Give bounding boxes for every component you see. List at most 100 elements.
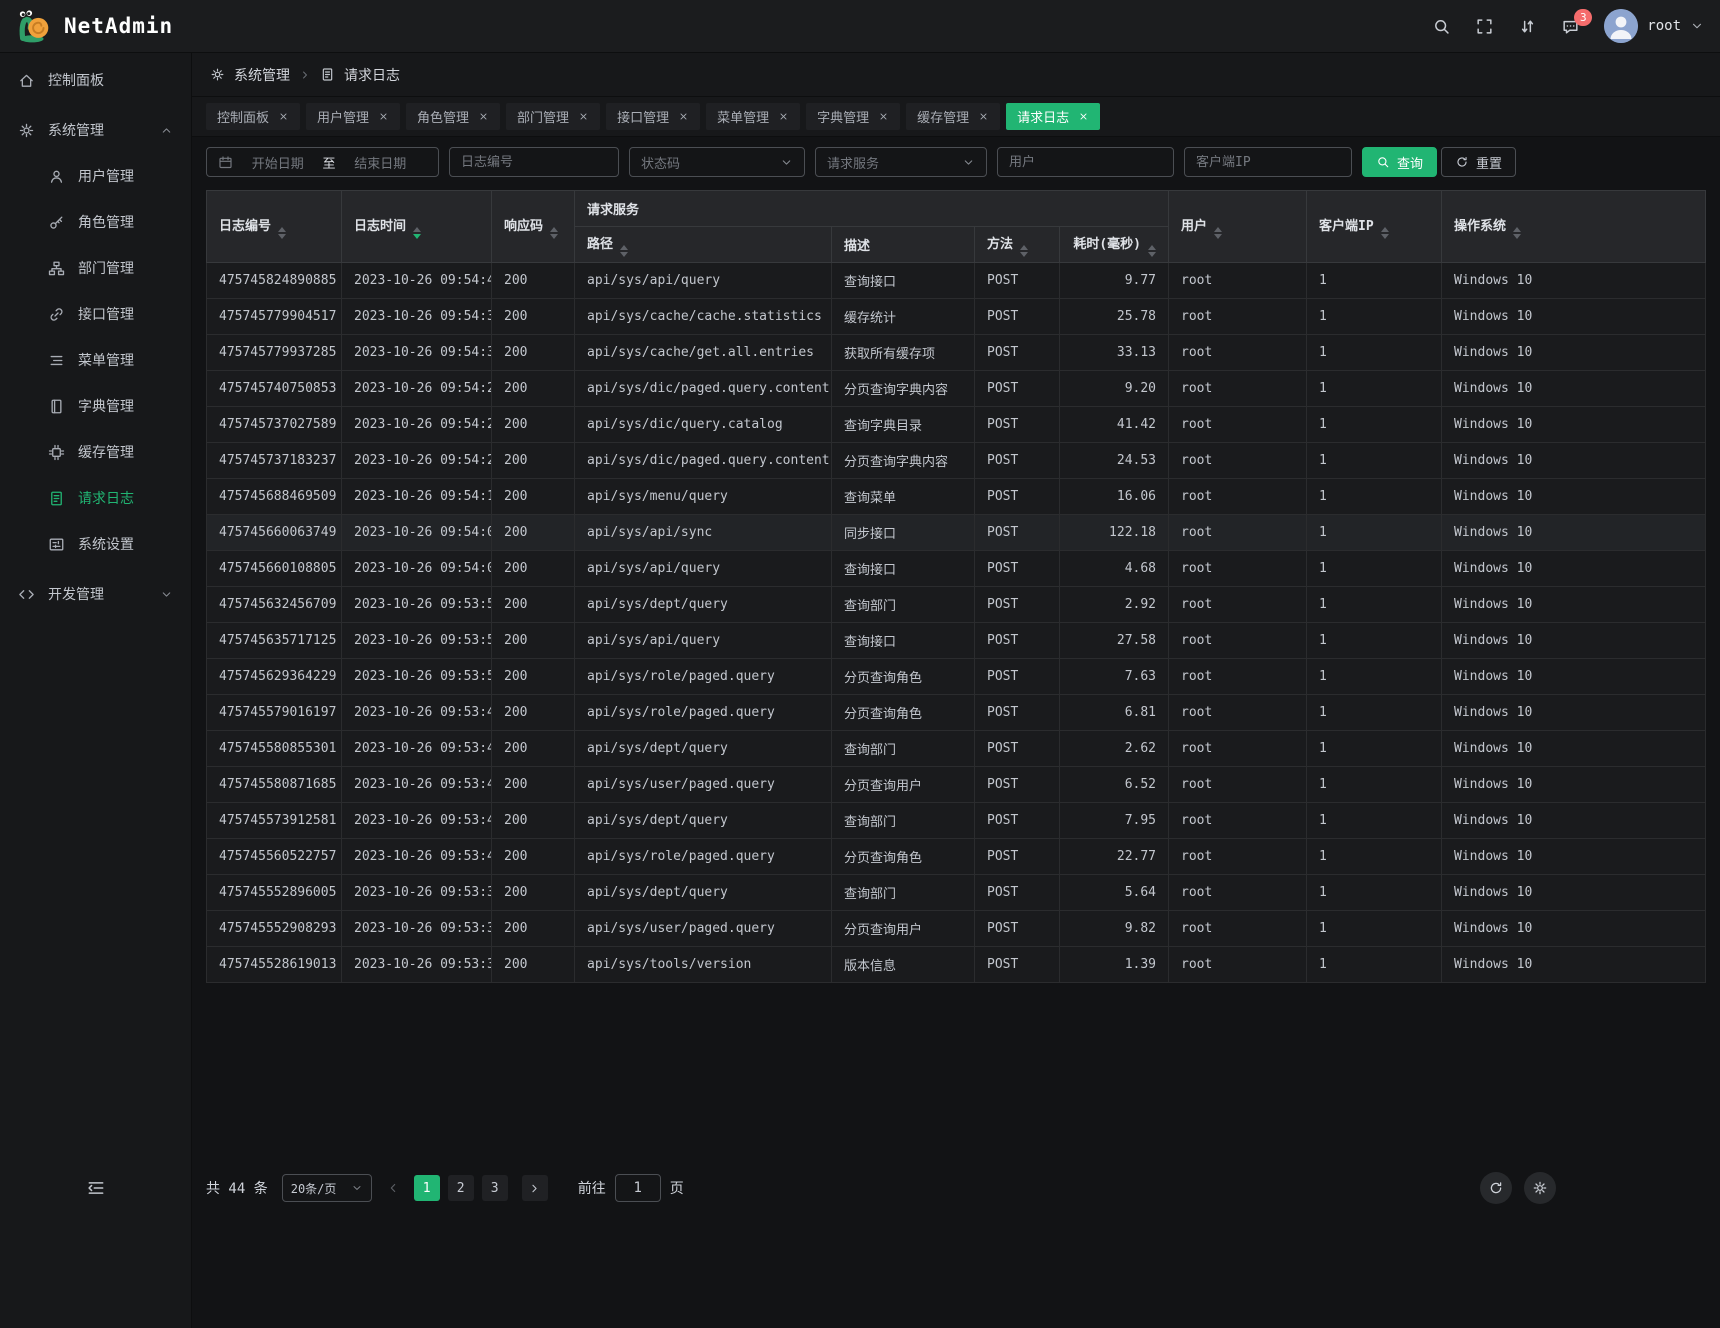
page-button[interactable]: 3 (482, 1175, 508, 1201)
close-icon[interactable] (1078, 111, 1089, 122)
cell-id: 475745552896005 (207, 875, 342, 911)
column-header-elapsed[interactable]: 耗时(毫秒) (1060, 227, 1169, 263)
cell-method: POST (975, 443, 1060, 479)
sidebar-item[interactable]: 用户管理 (0, 153, 191, 199)
tab[interactable]: 字典管理 (806, 103, 900, 130)
tab[interactable]: 请求日志 (1006, 103, 1100, 130)
user-input[interactable] (1009, 155, 1162, 170)
column-header-os[interactable]: 操作系统 (1442, 191, 1706, 263)
sidebar-item[interactable]: 控制面板 (0, 57, 191, 103)
status-code-select[interactable]: 状态码 (629, 147, 805, 177)
sidebar-item[interactable]: 字典管理 (0, 383, 191, 429)
column-header-user[interactable]: 用户 (1169, 191, 1307, 263)
tab-bar: 控制面板用户管理角色管理部门管理接口管理菜单管理字典管理缓存管理请求日志 (192, 97, 1720, 137)
sidebar-item[interactable]: 缓存管理 (0, 429, 191, 475)
cache-icon (48, 444, 65, 461)
goto-page-input[interactable] (615, 1174, 661, 1202)
cell-id: 475745737027589 (207, 407, 342, 443)
refresh-button[interactable] (1480, 1172, 1512, 1204)
service-select[interactable]: 请求服务 (815, 147, 987, 177)
table-row[interactable]: 4757456601088052023-10-26 09:54:04200api… (207, 551, 1706, 587)
prev-page-icon[interactable] (386, 1181, 400, 1195)
table-row[interactable]: 4757457799045172023-10-26 09:54:34200api… (207, 299, 1706, 335)
swap-vertical-icon[interactable] (1518, 17, 1537, 36)
page-button[interactable]: 2 (448, 1175, 474, 1201)
close-icon[interactable] (878, 111, 889, 122)
column-group-request-service: 请求服务 (575, 191, 1169, 227)
cell-code: 200 (492, 299, 575, 335)
page-button[interactable]: 1 (414, 1175, 440, 1201)
table-row[interactable]: 4757456293642292023-10-26 09:53:57200api… (207, 659, 1706, 695)
app-logo: NetAdmin (16, 7, 173, 45)
table-row[interactable]: 4757456324567092023-10-26 09:53:58200api… (207, 587, 1706, 623)
column-header-method[interactable]: 方法 (975, 227, 1060, 263)
sidebar-item[interactable]: 角色管理 (0, 199, 191, 245)
reset-button[interactable]: 重置 (1441, 147, 1516, 177)
table-row[interactable]: 4757455528960052023-10-26 09:53:38200api… (207, 875, 1706, 911)
column-header-log-time[interactable]: 日志时间 (342, 191, 492, 263)
cell-user: root (1169, 839, 1307, 875)
gear-icon (210, 67, 225, 82)
column-header-path[interactable]: 路径 (575, 227, 832, 263)
fullscreen-icon[interactable] (1475, 17, 1494, 36)
search-button[interactable]: 查询 (1362, 147, 1437, 177)
table-row[interactable]: 4757455529082932023-10-26 09:53:38200api… (207, 911, 1706, 947)
client-ip-input[interactable] (1196, 155, 1340, 170)
cell-ip: 1 (1307, 587, 1442, 623)
cell-elapsed: 122.18 (1060, 515, 1169, 551)
sidebar-item[interactable]: 系统设置 (0, 521, 191, 567)
close-icon[interactable] (778, 111, 789, 122)
app-title: NetAdmin (64, 14, 173, 38)
close-icon[interactable] (578, 111, 589, 122)
cell-desc: 查询字典目录 (832, 407, 975, 443)
table-row[interactable]: 4757455790161972023-10-26 09:53:45200api… (207, 695, 1706, 731)
table-row[interactable]: 4757456884695092023-10-26 09:54:11200api… (207, 479, 1706, 515)
sidebar-item-label: 系统管理 (48, 120, 104, 140)
table-row[interactable]: 4757455739125812023-10-26 09:53:43200api… (207, 803, 1706, 839)
table-row[interactable]: 4757456600637492023-10-26 09:54:04200api… (207, 515, 1706, 551)
date-range-picker[interactable]: 开始日期 至 结束日期 (206, 147, 439, 177)
tab[interactable]: 接口管理 (606, 103, 700, 130)
tab[interactable]: 用户管理 (306, 103, 400, 130)
table-row[interactable]: 4757455605227572023-10-26 09:53:40200api… (207, 839, 1706, 875)
sidebar-item[interactable]: 接口管理 (0, 291, 191, 337)
search-icon[interactable] (1432, 17, 1451, 36)
collapse-sidebar-icon[interactable] (86, 1178, 106, 1198)
sidebar-item-label: 请求日志 (78, 488, 134, 508)
table-row[interactable]: 4757456357171252023-10-26 09:53:58200api… (207, 623, 1706, 659)
chevron-down-icon (780, 156, 793, 169)
sidebar-item[interactable]: 菜单管理 (0, 337, 191, 383)
tab[interactable]: 菜单管理 (706, 103, 800, 130)
table-row[interactable]: 4757458248908852023-10-26 09:54:45200api… (207, 263, 1706, 299)
table-row[interactable]: 4757455808716852023-10-26 09:53:45200api… (207, 767, 1706, 803)
close-icon[interactable] (678, 111, 689, 122)
table-row[interactable]: 4757457370275892023-10-26 09:54:23200api… (207, 407, 1706, 443)
page-size-select[interactable]: 20条/页 (282, 1174, 372, 1202)
table-row[interactable]: 4757455808553012023-10-26 09:53:45200api… (207, 731, 1706, 767)
tab[interactable]: 控制面板 (206, 103, 300, 130)
table-row[interactable]: 4757457799372852023-10-26 09:54:34200api… (207, 335, 1706, 371)
column-header-log-id[interactable]: 日志编号 (207, 191, 342, 263)
table-row[interactable]: 4757457371832372023-10-26 09:54:23200api… (207, 443, 1706, 479)
tab[interactable]: 角色管理 (406, 103, 500, 130)
cell-id: 475745528619013 (207, 947, 342, 983)
sidebar-item[interactable]: 开发管理 (0, 571, 191, 617)
close-icon[interactable] (978, 111, 989, 122)
sidebar-item[interactable]: 系统管理 (0, 107, 191, 153)
log-id-input[interactable] (461, 155, 607, 170)
settings-button[interactable] (1524, 1172, 1556, 1204)
close-icon[interactable] (478, 111, 489, 122)
sidebar-item[interactable]: 部门管理 (0, 245, 191, 291)
close-icon[interactable] (278, 111, 289, 122)
tab[interactable]: 部门管理 (506, 103, 600, 130)
tab[interactable]: 缓存管理 (906, 103, 1000, 130)
column-header-client-ip[interactable]: 客户端IP (1307, 191, 1442, 263)
table-row[interactable]: 4757457407508532023-10-26 09:54:24200api… (207, 371, 1706, 407)
column-header-response-code[interactable]: 响应码 (492, 191, 575, 263)
user-menu[interactable]: root (1604, 9, 1704, 43)
table-row[interactable]: 4757455286190132023-10-26 09:53:32200api… (207, 947, 1706, 983)
next-page-button[interactable] (522, 1175, 548, 1201)
sidebar-item[interactable]: 请求日志 (0, 475, 191, 521)
notifications-icon[interactable]: 3 (1561, 17, 1580, 36)
close-icon[interactable] (378, 111, 389, 122)
